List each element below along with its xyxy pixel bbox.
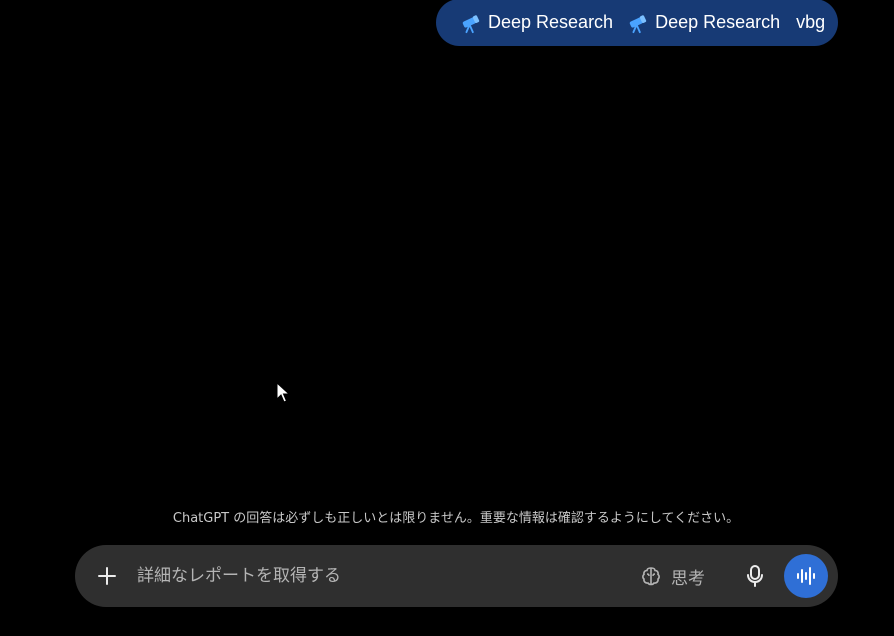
disclaimer-text: ChatGPT の回答は必ずしも正しいとは限りません。重要な情報は確認するように…: [172, 511, 740, 526]
chip-label: Deep Research: [488, 12, 614, 32]
telescope-icon: [629, 14, 647, 33]
voice-mode-button[interactable]: [784, 554, 828, 598]
plus-icon: [98, 567, 116, 585]
telescope-icon: [462, 14, 480, 33]
think-label: 思考: [671, 568, 705, 589]
composer: 思考: [75, 545, 838, 607]
prompt-input[interactable]: [137, 559, 617, 593]
user-message-bubble: Deep Research Deep Research vbg: [436, 0, 838, 46]
think-button[interactable]: 思考: [639, 559, 705, 593]
mouse-cursor-icon: [276, 382, 290, 403]
message-text: vbg: [796, 12, 826, 32]
dictate-button[interactable]: [739, 560, 771, 592]
chip-label: Deep Research: [655, 12, 781, 32]
add-attachment-button[interactable]: [91, 560, 123, 592]
brain-icon: [642, 567, 660, 586]
deep-research-chip-2: Deep Research: [627, 12, 780, 34]
deep-research-chip-1: Deep Research: [460, 12, 613, 34]
microphone-icon: [747, 565, 763, 587]
voice-waveform-icon: [797, 567, 815, 585]
